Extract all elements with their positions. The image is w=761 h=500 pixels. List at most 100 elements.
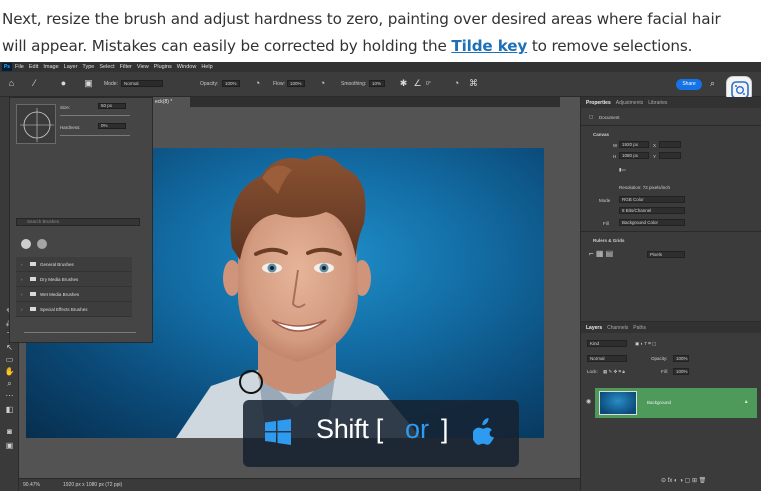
more-tools-icon[interactable]: ⋯ (4, 391, 15, 400)
symmetry-icon[interactable]: ⌘ (468, 78, 479, 89)
status-bar: 90.47% 1920 px x 1080 px (72 ppi) (19, 478, 580, 491)
ruler-grid-icons[interactable]: ⌐ ▦ ▤ (589, 249, 613, 258)
menu-view[interactable]: View (137, 64, 149, 70)
recent-brushes-icon[interactable] (18, 236, 58, 252)
tab-channels[interactable]: Channels (607, 325, 628, 331)
tab-layers[interactable]: Layers (586, 325, 602, 331)
pressure-opacity-icon[interactable]: ◔ (252, 78, 263, 89)
rectangle-tool-icon[interactable]: ▭ (4, 355, 15, 364)
folder-special-effects-brushes[interactable]: › Special Effects Brushes (16, 302, 132, 317)
menu-file[interactable]: File (15, 64, 24, 70)
folder-dry-media-brushes[interactable]: › Dry Media Brushes (16, 272, 132, 287)
fill-select[interactable]: Background Color (619, 219, 685, 226)
layer-actions-icons[interactable]: ⊝ fx ◐ ◑ ▢ ⊞ 🗑︎ (661, 477, 706, 484)
search-icon[interactable]: ⌕ (707, 78, 718, 89)
menu-window[interactable]: Window (177, 64, 197, 70)
tab-paths[interactable]: Paths (633, 325, 646, 331)
menu-edit[interactable]: Edit (29, 64, 38, 70)
hardness-field[interactable]: 0% (98, 123, 126, 129)
brush-angle-icon (20, 108, 54, 142)
blend-mode-select[interactable]: Normal (587, 355, 627, 362)
units-select[interactable]: Pixels (647, 251, 685, 258)
quick-mask-icon[interactable]: ◙ (4, 427, 15, 436)
menu-type[interactable]: Type (82, 64, 94, 70)
orientation-icon[interactable]: ▮▭ (619, 167, 626, 173)
share-button[interactable]: Share (676, 79, 702, 90)
intro-line-2: will appear. Mistakes can easily be corr… (2, 33, 759, 60)
mode-select[interactable]: Normal (121, 80, 163, 87)
intro-line-2-start: will appear. Mistakes can easily be corr… (2, 37, 452, 55)
fill-label: Fill (603, 221, 609, 226)
document-tab[interactable]: eck(8) * (152, 97, 190, 107)
menu-help[interactable]: Help (201, 64, 212, 70)
layer-kind-filter[interactable]: Kind (587, 340, 627, 347)
x-field[interactable] (659, 141, 681, 148)
opacity-field[interactable]: 100% (222, 80, 240, 87)
size-label: Size: (60, 105, 71, 110)
height-label: H (613, 154, 617, 159)
brush-tool-icon[interactable]: ⁄ (29, 78, 40, 89)
layer-background[interactable]: Background 🔒︎ (595, 388, 757, 418)
bit-depth-select[interactable]: 8 Bits/Channel (619, 207, 685, 214)
tab-properties[interactable]: Properties (586, 100, 611, 106)
layer-opacity-field[interactable]: 100% (673, 355, 689, 362)
hardness-slider[interactable] (60, 135, 130, 136)
flow-field[interactable]: 100% (287, 80, 305, 87)
properties-tabs: Properties Adjustments Libraries (581, 97, 761, 108)
layer-fill-field[interactable]: 100% (673, 368, 689, 375)
brush-tip-preview[interactable] (16, 104, 56, 144)
tab-libraries[interactable]: Libraries (648, 100, 667, 106)
menu-plugins[interactable]: Plugins (154, 64, 172, 70)
smoothing-field[interactable]: 10% (369, 80, 385, 87)
menu-filter[interactable]: Filter (120, 64, 132, 70)
zoom-tool-icon[interactable]: ⌕ (4, 379, 15, 388)
brush-search-input[interactable]: Search Brushes (16, 218, 140, 226)
canvas-section-title[interactable]: Canvas (593, 132, 609, 137)
home-icon[interactable]: ⌂ (6, 78, 17, 89)
width-field[interactable]: 1920 px (619, 141, 649, 148)
layer-name: Background (647, 400, 672, 405)
folder-general-brushes[interactable]: › General Brushes (16, 257, 132, 272)
document-label: Document (599, 115, 620, 120)
color-mode-select[interactable]: RGB Color (619, 196, 685, 203)
intro-line-1: Next, resize the brush and adjust hardne… (2, 10, 721, 28)
lock-icons[interactable]: ▦ ✎ ✥ ⌗ 🔒︎ (603, 369, 625, 375)
color-swatches-icon[interactable]: ◧ (4, 405, 15, 414)
menu-select[interactable]: Select (99, 64, 114, 70)
folder-label: General Brushes (40, 262, 74, 267)
document-tab-strip: eck(8) * (150, 97, 560, 107)
size-field[interactable]: 50 px (98, 103, 126, 109)
folder-wet-media-brushes[interactable]: › Wet Media Brushes (16, 287, 132, 302)
airbrush-icon[interactable]: ◔ (317, 78, 328, 89)
brush-size-preview-slider[interactable] (24, 332, 136, 333)
brush-settings-icon[interactable]: ▣ (83, 78, 94, 89)
hardness-label: Hardness: (60, 125, 81, 130)
zoom-level[interactable]: 90.47% (23, 482, 40, 488)
lock-icon[interactable]: 🔒︎ (745, 399, 747, 404)
height-field[interactable]: 1080 px (619, 152, 649, 159)
chevron-right-icon: › (21, 292, 23, 297)
size-slider[interactable] (60, 115, 130, 116)
tab-adjustments[interactable]: Adjustments (616, 100, 644, 106)
angle-icon[interactable]: ∠ (412, 78, 423, 89)
opacity-label: Opacity: (200, 81, 219, 87)
folder-icon (30, 277, 36, 281)
eye-icon[interactable]: ◉ (586, 398, 591, 405)
windows-logo-icon (265, 419, 291, 445)
pressure-size-icon[interactable]: ◔ (451, 78, 462, 89)
menu-layer[interactable]: Layer (64, 64, 78, 70)
layer-filter-icons[interactable]: ▣ ◐ T ⌗ ▢ (635, 341, 656, 347)
rulers-section-title[interactable]: Rulers & Grids (593, 238, 625, 243)
menu-image[interactable]: Image (43, 64, 58, 70)
tilde-key-link[interactable]: Tilde key (451, 37, 527, 55)
brush-preset-icon[interactable]: ● (58, 78, 69, 89)
folder-icon (30, 262, 36, 266)
angle-value[interactable]: 0° (426, 81, 431, 87)
screen-mode-icon[interactable]: ▣ (4, 441, 15, 450)
y-field[interactable] (659, 152, 681, 159)
chevron-right-icon: › (21, 277, 23, 282)
hand-tool-icon[interactable]: ✋ (4, 367, 15, 376)
smoothing-settings-icon[interactable]: ✱ (398, 78, 409, 89)
path-selection-tool-icon[interactable]: ↖ (4, 343, 15, 352)
folder-label: Wet Media Brushes (40, 292, 80, 297)
